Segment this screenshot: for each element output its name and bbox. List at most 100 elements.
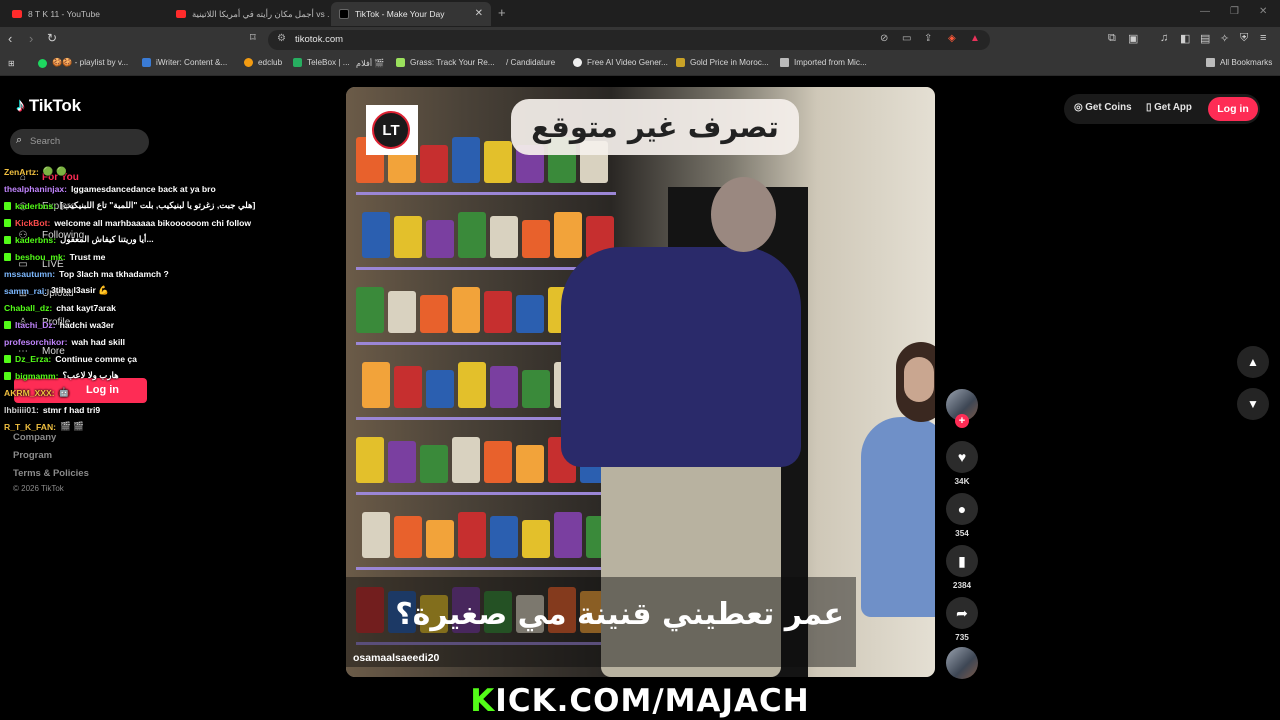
tab-tiktok[interactable]: TikTok - Make Your Day ✕ [331, 2, 491, 26]
bookmark-icon[interactable]: ▮ [946, 545, 978, 577]
next-video-chevron-down-icon[interactable]: ▼ [1237, 388, 1269, 420]
chat-text: Trust me [69, 251, 106, 262]
bookmark-item[interactable]: أفلام 🎬 [356, 58, 385, 69]
chat-message: kaderbns: [هلي جبت, زغرتو يا لبنيكيب, بلت… [4, 197, 294, 214]
apps-grid-icon[interactable]: ⊞ [8, 58, 15, 68]
bookmark-item[interactable]: TeleBox | ... [293, 58, 350, 67]
chat-username: profesorchikor: [4, 336, 68, 347]
chat-text: lggamesdancedance back at ya bro [71, 183, 216, 194]
chat-username: Itachi_Dz: [15, 319, 56, 330]
tiktok-logo[interactable]: ♪ TikTok [16, 95, 81, 116]
bookmark-item[interactable]: 🍪🍪 - playlist by v... [38, 58, 128, 68]
menu-icon[interactable]: ≡ [1260, 32, 1266, 44]
restore-icon[interactable]: ❐ [1230, 6, 1239, 17]
telebox-icon [293, 58, 302, 67]
minimize-icon[interactable]: — [1200, 6, 1210, 17]
chat-text: wah had skill [71, 336, 126, 347]
crypto-wallet-icon[interactable]: ▤ [1200, 32, 1210, 45]
new-tab-icon[interactable]: + [498, 5, 506, 20]
rewards-icon[interactable]: ▲ [970, 33, 980, 44]
chat-message: kaderbns: أيا وريتنا كيفاش المعقول... [4, 231, 294, 248]
chat-text: Top 3lach ma tkhadamch ? [59, 268, 169, 279]
bookmark-item[interactable]: / Candidature [506, 58, 555, 67]
gold-price-icon [676, 58, 685, 67]
video-author[interactable]: osamaalsaeedi20 [353, 652, 439, 664]
comment-action[interactable]: ● 354 [946, 493, 978, 538]
music-icon[interactable]: ♫ [1160, 32, 1168, 44]
chat-username: ZenArtz: [4, 166, 39, 177]
follow-plus-icon[interactable]: + [955, 414, 969, 428]
tab-title: 8 T K 11 - YouTube [28, 9, 100, 19]
chat-text: chat kayt7arak [56, 302, 116, 313]
footer-terms[interactable]: Terms & Policies [13, 468, 89, 479]
chat-text: 🎬 🎬 [60, 421, 84, 431]
url-text: tikotok.com [295, 34, 344, 45]
chat-text: 🤖 [58, 387, 70, 397]
reload-icon[interactable]: ↻ [47, 31, 57, 45]
tab-title: TikTok - Make Your Day [355, 9, 445, 19]
tab-close-icon[interactable]: ✕ [475, 8, 483, 19]
chat-badge-icon [4, 320, 11, 329]
edclub-icon [244, 58, 253, 67]
video-player[interactable]: LT تصرف غير متوقع عمر تعطيني قنينة مي صغ… [346, 87, 935, 677]
tab-youtube-arabic[interactable]: أجمل مكان رأيته في أمريكا اللاتينية vs .… [168, 2, 330, 26]
wallet-icon[interactable]: ▣ [1128, 32, 1138, 45]
chat-message: samm_rai: 3tiha l3asir 💪 [4, 282, 294, 299]
chat-username: AKRM_XXX: [4, 387, 55, 398]
bookmark-folder[interactable]: Imported from Mic... [780, 58, 867, 67]
bookmark-item[interactable]: edclub [244, 58, 282, 67]
all-bookmarks[interactable]: All Bookmarks [1206, 58, 1272, 67]
forward-icon[interactable]: › [29, 31, 33, 46]
video-title-overlay: تصرف غير متوقع [511, 99, 799, 155]
channel-logo: LT [366, 105, 418, 155]
chat-badge-icon [4, 201, 11, 210]
chat-badge-icon [4, 354, 11, 363]
heart-icon[interactable]: ♥ [946, 441, 978, 473]
get-coins-link[interactable]: ◎ Get Coins [1074, 102, 1132, 113]
bookmark-item[interactable]: Grass: Track Your Re... [396, 58, 495, 67]
sidebar-icon[interactable]: ◧ [1180, 32, 1190, 45]
chat-text: هارب ولا لاعب؟ [62, 370, 119, 380]
save-action[interactable]: ▮ 2384 [946, 545, 978, 590]
tab-youtube-8tk11[interactable]: 8 T K 11 - YouTube [4, 2, 168, 26]
previous-video-chevron-up-icon[interactable]: ▲ [1237, 346, 1269, 378]
chat-username: lhbiiii01: [4, 404, 39, 415]
like-action[interactable]: ♥ 34K [946, 441, 978, 486]
chat-username: kaderbns: [15, 234, 57, 245]
bookmark-item[interactable]: Free AI Video Gener... [573, 58, 668, 67]
window-close-icon[interactable]: ✕ [1259, 6, 1267, 17]
chat-text: hadchi wa3er [59, 319, 115, 330]
address-bar[interactable]: ⚙ tikotok.com ⊘ ▭ ⇪ ◈ ▲ [268, 30, 990, 50]
cast-icon[interactable]: ▭ [902, 33, 911, 44]
chat-message: thealphaninjax: lggamesdancedance back at… [4, 180, 294, 197]
share-arrow-icon[interactable]: ➦ [946, 597, 978, 629]
search-placeholder: Search [30, 136, 61, 147]
bookmarks-bar: ⊞ 🍪🍪 - playlist by v... iWriter: Content… [0, 53, 1280, 76]
chat-badge-icon [4, 252, 11, 261]
chat-message: Chaball_dz: chat kayt7arak [4, 299, 294, 316]
comment-icon[interactable]: ● [946, 493, 978, 525]
share-action[interactable]: ➦ 735 [946, 597, 978, 642]
folder-icon [780, 58, 789, 67]
back-icon[interactable]: ‹ [8, 31, 12, 46]
music-disc-avatar[interactable] [946, 647, 978, 679]
chat-username: beshou_mk: [15, 251, 66, 262]
site-info-icon[interactable]: ⚙ [277, 33, 286, 44]
eye-slash-icon[interactable]: ⊘ [880, 33, 888, 44]
search-input[interactable]: ⌕ Search [10, 129, 149, 155]
share-icon[interactable]: ⇪ [924, 33, 932, 44]
bookmark-item[interactable]: Gold Price in Moroc... [676, 58, 769, 67]
get-app-link[interactable]: ▯ Get App [1146, 102, 1192, 113]
login-button[interactable]: Log in [1208, 97, 1258, 121]
bookmark-item[interactable]: iWriter: Content &... [142, 58, 227, 67]
vpn-shield-icon[interactable]: ⛨ [1240, 32, 1248, 45]
extensions-icon[interactable]: ⧉ [1108, 32, 1116, 45]
chat-message: bigmamm: هارب ولا لاعب؟ [4, 367, 294, 384]
chat-text: Continue comme ça [55, 353, 137, 364]
leo-ai-icon[interactable]: ✧ [1220, 32, 1229, 45]
footer-program[interactable]: Program [13, 450, 52, 461]
chat-message: beshou_mk: Trust me [4, 248, 294, 265]
brave-shield-icon[interactable]: ◈ [948, 33, 956, 44]
bookmark-page-icon[interactable]: ⌑ [250, 31, 256, 44]
chat-message: Itachi_Dz: hadchi wa3er [4, 316, 294, 333]
